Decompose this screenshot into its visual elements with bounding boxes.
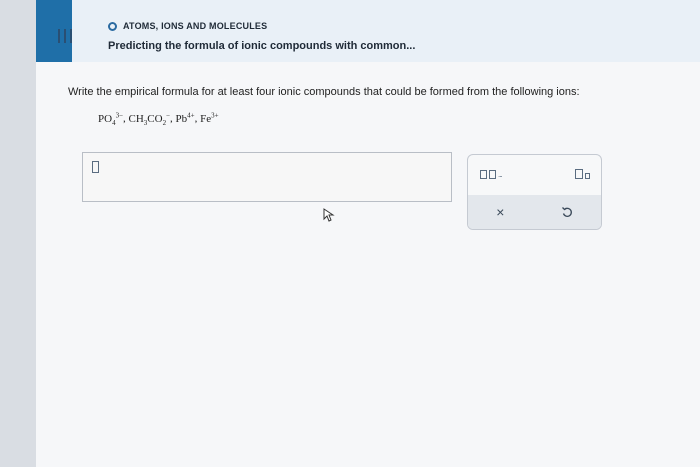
topic-row: ATOMS, IONS AND MOLECULES — [108, 21, 267, 31]
header-bar — [36, 0, 700, 62]
topic-label: ATOMS, IONS AND MOLECULES — [123, 21, 268, 31]
formula-toolbar: ... × — [467, 154, 602, 230]
undo-icon — [561, 207, 572, 217]
question-instructions: Write the empirical formula for at least… — [68, 86, 580, 98]
ion-acetate: CH3CO2− — [128, 111, 171, 127]
left-margin — [0, 0, 36, 467]
answer-input[interactable] — [82, 152, 452, 202]
input-placeholder-box — [92, 161, 99, 173]
undo-button[interactable] — [561, 206, 573, 218]
hamburger-menu-icon[interactable] — [58, 29, 72, 43]
ion-iron: Fe3+ — [200, 111, 219, 125]
ion-lead: Pb4+ — [175, 111, 195, 125]
multi-box-button[interactable]: ... — [480, 169, 503, 179]
subscript-button[interactable] — [575, 169, 590, 179]
ion-list: PO43−, CH3CO2−, Pb4+, Fe3+ — [98, 111, 219, 127]
ion-phosphate: PO43− — [98, 111, 124, 127]
lesson-title: Predicting the formula of ionic compound… — [108, 40, 416, 52]
circle-icon — [108, 21, 117, 31]
mouse-cursor-icon — [323, 208, 335, 222]
clear-button[interactable]: × — [496, 204, 504, 220]
